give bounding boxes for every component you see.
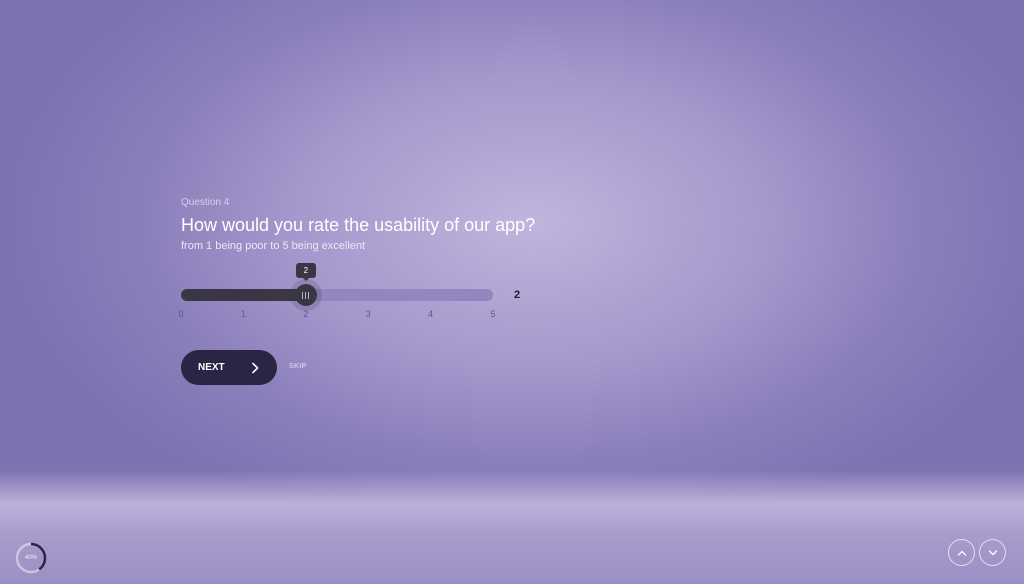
question-subtitle: from 1 being poor to 5 being excellent (181, 240, 366, 252)
slider-track[interactable] (181, 289, 493, 301)
slider-fill (181, 289, 306, 301)
rating-slider[interactable]: 2 2 0 1 2 3 4 5 (178, 262, 541, 322)
slider-tick-label: 4 (428, 309, 434, 319)
next-button-label: NEXT (198, 362, 225, 373)
grip-icon (302, 291, 310, 299)
slider-value-tooltip: 2 (295, 263, 316, 281)
chevron-right-icon (252, 362, 259, 373)
slider-value-readout: 2 (514, 289, 521, 301)
question-block: Question 4 How would you rate the usabil… (181, 196, 601, 253)
question-title: How would you rate the usability of our … (181, 215, 536, 235)
next-button[interactable]: NEXT (181, 350, 277, 385)
progress-indicator: 40% (14, 541, 48, 575)
progress-label: 40% (24, 555, 37, 561)
slider-tick-label: 0 (178, 309, 184, 319)
skip-link[interactable]: SKIP (289, 363, 307, 370)
previous-question-button[interactable] (948, 539, 975, 566)
chevron-up-icon (957, 550, 966, 556)
slider-tick-labels: 0 1 2 3 4 5 (178, 309, 495, 321)
slider-thumb[interactable] (294, 284, 317, 306)
question-number: Question 4 (181, 197, 230, 208)
background-floor (0, 470, 1024, 584)
slider-tick-label: 1 (240, 309, 246, 319)
slider-tick-label: 3 (365, 309, 371, 319)
slider-tick-label: 2 (303, 309, 309, 319)
slider-tick-label: 5 (490, 309, 496, 319)
chevron-down-icon (988, 549, 997, 555)
next-question-button[interactable] (979, 539, 1006, 566)
